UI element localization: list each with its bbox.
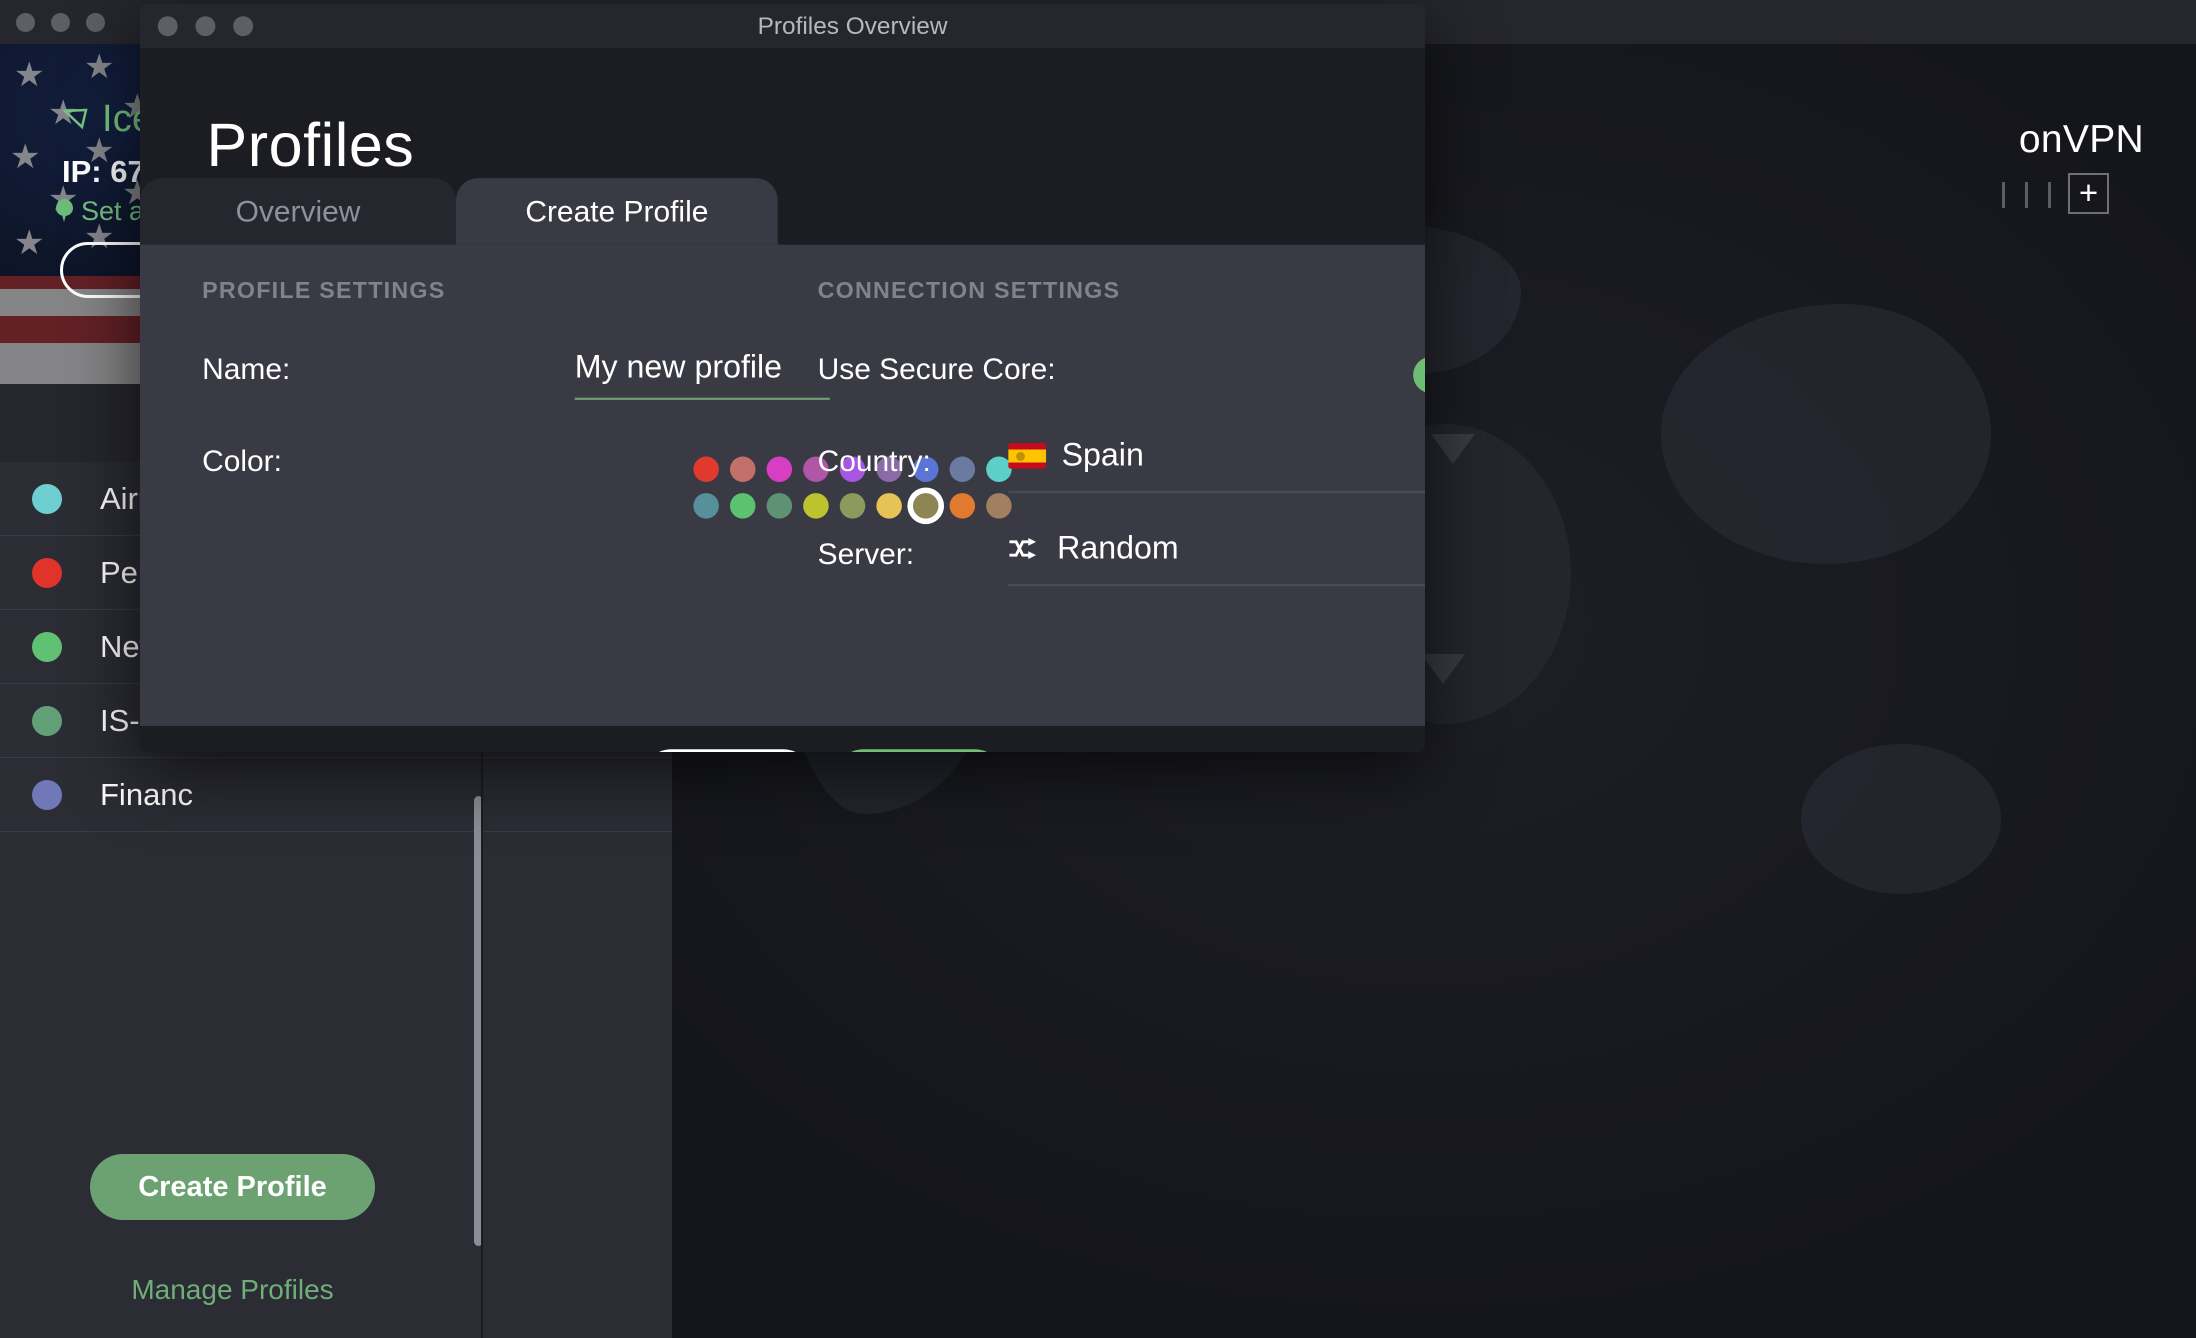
- tab-create-profile[interactable]: Create Profile: [456, 178, 778, 245]
- create-profile-button[interactable]: Create Profile: [90, 1154, 375, 1220]
- color-swatch[interactable]: [690, 488, 722, 525]
- tab-overview[interactable]: Overview: [140, 178, 457, 245]
- screen: onVPN + ★ ★ ★ ★ ★ ★ ★ ★ ★ ★ IP: 67.20 Se…: [0, 0, 2196, 1338]
- country-label: Country:: [817, 444, 931, 478]
- color-swatch[interactable]: [727, 488, 759, 525]
- color-swatch[interactable]: [763, 451, 795, 488]
- name-label: Name:: [202, 352, 291, 386]
- profile-label: Financ: [100, 776, 194, 812]
- dialog-titlebar: Profiles Overview: [140, 4, 1425, 49]
- profile-color-dot: [32, 705, 62, 736]
- color-swatch[interactable]: [690, 451, 722, 488]
- tab-bar: Overview Create Profile: [140, 178, 1425, 245]
- country-select[interactable]: Spain: [1008, 437, 1144, 475]
- maximize-window-icon[interactable]: [86, 13, 105, 32]
- minimize-window-icon[interactable]: [51, 13, 70, 32]
- profile-color-dot: [32, 557, 62, 588]
- server-label: Server:: [817, 537, 915, 571]
- profiles-overview-dialog: Profiles Overview Profiles Overview Crea…: [140, 4, 1425, 752]
- page-title: Profiles: [206, 110, 415, 180]
- name-input-underline: [574, 397, 830, 400]
- profile-color-dot: [32, 483, 62, 514]
- cancel-button[interactable]: Cancel: [641, 749, 814, 752]
- color-label: Color:: [202, 444, 282, 478]
- window-traffic-lights[interactable]: [16, 13, 105, 32]
- list-item[interactable]: Financ: [0, 758, 672, 832]
- menu-icon[interactable]: [2002, 182, 2051, 208]
- color-swatch[interactable]: [763, 488, 795, 525]
- country-select-value: Spain: [1061, 437, 1144, 474]
- dialog-body: PROFILE SETTINGS Name: My new profile Co…: [140, 244, 1425, 726]
- profile-settings-section-title: PROFILE SETTINGS: [202, 277, 446, 304]
- manage-profiles-link[interactable]: Manage Profiles: [0, 1274, 465, 1306]
- color-swatch-selected[interactable]: [910, 488, 942, 525]
- dialog-title: Profiles Overview: [757, 11, 948, 40]
- shield-check-icon: [62, 108, 88, 129]
- save-button[interactable]: Save: [833, 749, 1006, 752]
- server-select-value: Random: [1057, 530, 1179, 567]
- color-swatch[interactable]: [727, 451, 759, 488]
- color-swatch[interactable]: [946, 451, 978, 488]
- color-swatch[interactable]: [873, 488, 905, 525]
- app-brand-title: onVPN: [2018, 118, 2144, 161]
- dialog-header: Profiles: [140, 48, 1425, 180]
- location-pin-icon: [56, 199, 73, 224]
- profile-color-dot: [32, 631, 62, 662]
- close-window-icon[interactable]: [16, 13, 35, 32]
- server-select-underline: [1008, 584, 1425, 587]
- spain-flag-icon: [1008, 443, 1047, 469]
- profile-color-dot: [32, 779, 62, 810]
- name-input[interactable]: My new profile: [575, 350, 782, 387]
- color-swatch[interactable]: [800, 488, 832, 525]
- secure-core-toggle[interactable]: ON: [1413, 356, 1425, 394]
- shuffle-icon: [1009, 537, 1037, 559]
- secure-core-label: Use Secure Core:: [817, 352, 1056, 386]
- color-swatch[interactable]: [836, 488, 868, 525]
- connection-settings-section-title: CONNECTION SETTINGS: [817, 277, 1121, 304]
- dialog-footer: Cancel Save: [140, 725, 1425, 752]
- country-select-underline: [1008, 490, 1425, 494]
- add-icon[interactable]: +: [2068, 173, 2109, 214]
- color-swatch[interactable]: [946, 488, 978, 525]
- server-select[interactable]: Random: [1008, 530, 1179, 568]
